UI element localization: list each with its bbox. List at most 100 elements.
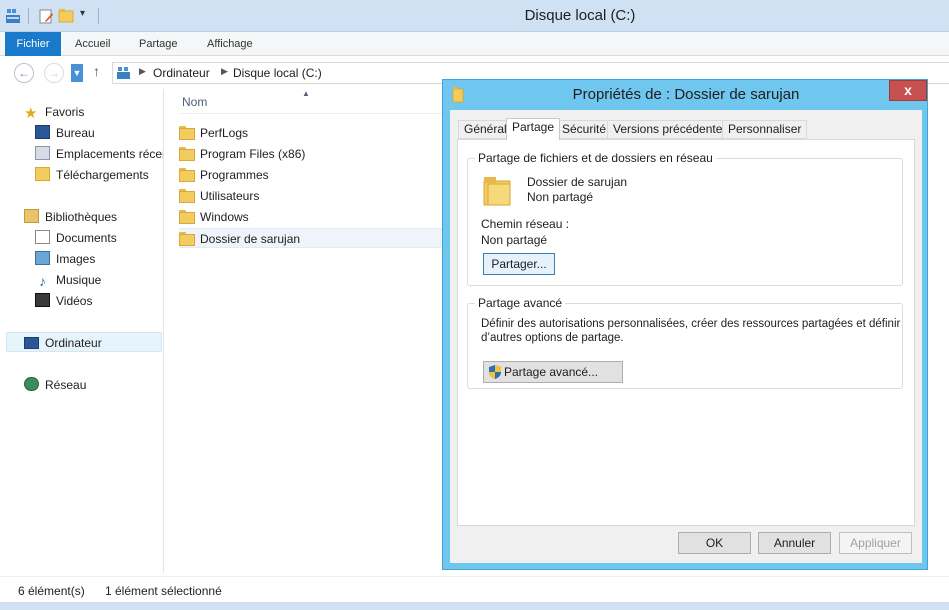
tab-home[interactable]: Accueil xyxy=(63,32,122,56)
advanced-description-line1: Définir des autorisations personnalisées… xyxy=(481,318,901,330)
nav-libraries-label: Bibliothèques xyxy=(45,210,118,224)
breadcrumb-local-disk[interactable]: Disque local (C:) xyxy=(233,66,322,80)
downloads-icon xyxy=(35,167,50,181)
nav-network[interactable]: Réseau xyxy=(24,375,86,395)
advanced-sharing-button[interactable]: Partage avancé... xyxy=(483,361,623,383)
ok-button[interactable]: OK xyxy=(678,532,751,554)
folder-icon xyxy=(179,126,195,140)
tab-share[interactable]: Partage xyxy=(127,32,190,56)
breadcrumb-arrow-icon[interactable]: ▶ xyxy=(221,66,228,77)
back-arrow-icon: ← xyxy=(18,66,30,80)
music-icon: ♪ xyxy=(39,273,46,289)
uac-shield-icon xyxy=(489,365,501,379)
network-icon xyxy=(24,377,39,391)
nav-item-label: Images xyxy=(56,252,96,266)
pictures-icon xyxy=(35,251,50,265)
nav-libraries[interactable]: Bibliothèques xyxy=(24,207,117,227)
share-button[interactable]: Partager... xyxy=(483,253,555,275)
file-row[interactable]: Programmes xyxy=(179,165,449,185)
nav-item-label: Bureau xyxy=(56,126,95,140)
nav-item-label: Emplacements récents xyxy=(56,147,163,161)
folder-name: Dossier de sarujan xyxy=(527,175,628,189)
dialog-tab-sharing[interactable]: Partage xyxy=(506,118,561,140)
dialog-tab-security[interactable]: Sécurité xyxy=(556,120,613,139)
tab-view[interactable]: Affichage xyxy=(195,32,265,56)
nav-computer[interactable]: Ordinateur xyxy=(6,332,162,352)
file-row[interactable]: Program Files (x86) xyxy=(179,144,449,164)
apply-button[interactable]: Appliquer xyxy=(839,532,912,554)
folder-icon xyxy=(179,189,195,203)
network-path-label: Chemin réseau : xyxy=(481,217,570,231)
dialog-title: Propriétés de : Dossier de sarujan xyxy=(572,86,800,103)
computer-icon xyxy=(24,337,39,349)
column-header-divider xyxy=(179,113,455,114)
advanced-description-line2: d’autres options de partage. xyxy=(481,332,624,344)
nav-item-documents[interactable]: Documents xyxy=(35,228,117,248)
file-name: PerfLogs xyxy=(200,126,249,140)
forward-button[interactable]: → xyxy=(44,63,64,83)
up-arrow-icon: ↑ xyxy=(93,63,100,79)
recent-places-icon xyxy=(35,146,50,160)
dialog-tab-general[interactable]: Général xyxy=(458,120,513,139)
sharing-tab-panel: Partage de fichiers et de dossiers en ré… xyxy=(457,139,915,526)
nav-favorites[interactable]: ★ Favoris xyxy=(24,102,84,122)
up-button[interactable]: ↑ xyxy=(93,63,100,79)
file-row-selected[interactable]: Dossier de sarujan xyxy=(179,228,449,248)
column-header-name[interactable]: Nom xyxy=(182,95,207,109)
network-path-value: Non partagé xyxy=(481,233,548,247)
videos-icon xyxy=(35,293,50,307)
documents-icon xyxy=(35,230,50,244)
window-titlebar: ▾ Disque local (C:) xyxy=(0,0,949,32)
file-name: Program Files (x86) xyxy=(200,147,306,161)
file-name: Dossier de sarujan xyxy=(200,232,301,246)
group-label: Partage de fichiers et de dossiers en ré… xyxy=(475,151,716,165)
cancel-button[interactable]: Annuler xyxy=(758,532,831,554)
file-name: Windows xyxy=(200,210,249,224)
tab-file[interactable]: Fichier xyxy=(5,32,61,56)
star-icon: ★ xyxy=(24,105,38,122)
nav-item-desktop[interactable]: Bureau xyxy=(35,123,163,143)
forward-arrow-icon: → xyxy=(48,66,60,80)
navigation-pane: ★ Favoris Bureau Emplacements récents Tél… xyxy=(0,89,164,573)
nav-item-videos[interactable]: Vidéos xyxy=(35,291,92,311)
folder-share-state: Non partagé xyxy=(527,190,594,204)
nav-item-label: Vidéos xyxy=(56,294,93,308)
nav-item-images[interactable]: Images xyxy=(35,249,95,269)
folder-icon xyxy=(179,210,195,224)
nav-favorites-label: Favoris xyxy=(45,105,85,119)
network-sharing-group: Partage de fichiers et de dossiers en ré… xyxy=(467,151,903,286)
close-icon: x xyxy=(904,82,912,98)
computer-icon xyxy=(117,67,130,79)
status-bar: 6 élément(s) 1 élément sélectionné xyxy=(0,576,949,602)
nav-item-music[interactable]: ♪ Musique xyxy=(35,270,101,290)
window-bottom-border xyxy=(0,602,949,610)
recent-locations-button[interactable]: ▼ xyxy=(71,64,83,82)
status-selection: 1 élément sélectionné xyxy=(105,584,222,598)
breadcrumb-computer[interactable]: Ordinateur xyxy=(153,66,210,80)
nav-item-label: Téléchargements xyxy=(56,168,149,182)
nav-network-label: Réseau xyxy=(45,378,87,392)
nav-item-recent[interactable]: Emplacements récents xyxy=(35,144,163,164)
chevron-down-icon: ▼ xyxy=(72,68,82,78)
dialog-tab-customize[interactable]: Personnaliser xyxy=(722,120,808,139)
shared-folder-icon xyxy=(483,177,511,206)
nav-computer-label: Ordinateur xyxy=(45,336,102,350)
nav-item-label: Musique xyxy=(56,273,102,287)
file-row[interactable]: Windows xyxy=(179,207,449,227)
folder-icon xyxy=(179,168,195,182)
file-row[interactable]: PerfLogs xyxy=(179,123,449,143)
sort-ascending-icon: ▲ xyxy=(302,89,310,98)
file-name: Programmes xyxy=(200,168,269,182)
breadcrumb-arrow-icon[interactable]: ▶ xyxy=(139,66,146,77)
file-row[interactable]: Utilisateurs xyxy=(179,186,449,206)
properties-dialog: Propriétés de : Dossier de sarujan x Gén… xyxy=(442,79,928,570)
folder-icon xyxy=(179,232,195,246)
file-name: Utilisateurs xyxy=(200,189,260,203)
nav-item-downloads[interactable]: Téléchargements xyxy=(35,165,163,185)
dialog-tab-previous-versions[interactable]: Versions précédentes xyxy=(607,120,735,139)
dialog-close-button[interactable]: x xyxy=(889,80,927,101)
desktop-icon xyxy=(35,125,50,139)
back-button[interactable]: ← xyxy=(14,63,34,83)
folder-icon xyxy=(179,147,195,161)
nav-item-label: Documents xyxy=(56,231,117,245)
